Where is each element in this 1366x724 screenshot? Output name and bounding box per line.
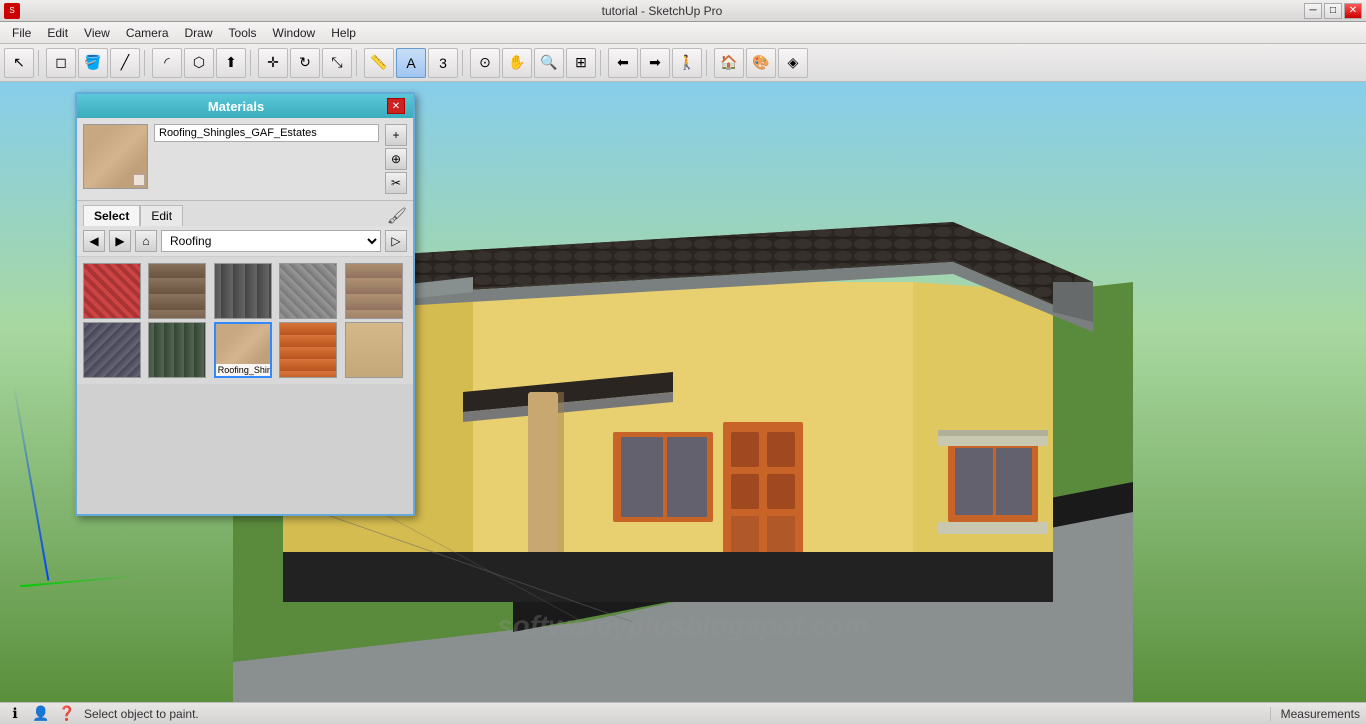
- material-preview-image: [83, 124, 148, 189]
- materials-panel: Materials ✕ + ⊕ ✂ Select Edit 🖌: [75, 92, 415, 516]
- select-tool[interactable]: ↖: [4, 48, 34, 78]
- menu-help[interactable]: Help: [323, 24, 364, 42]
- tabs-row: Select Edit 🖌: [77, 200, 413, 226]
- nav-home-button[interactable]: ⌂: [135, 230, 157, 252]
- tab-select[interactable]: Select: [83, 205, 140, 226]
- materials-btn[interactable]: 🎨: [746, 48, 776, 78]
- material-thumbnail[interactable]: Roofing_Dark_Slate: [148, 322, 206, 378]
- measurements-label: Measurements: [1270, 707, 1360, 721]
- material-thumbnail[interactable]: Roofing_Tan: [345, 322, 403, 378]
- paint-tool[interactable]: 🪣: [78, 48, 108, 78]
- menu-file[interactable]: File: [4, 24, 39, 42]
- material-thumbnail[interactable]: Roofing_Green_Slate: [83, 322, 141, 378]
- menu-draw[interactable]: Draw: [177, 24, 221, 42]
- push-pull-tool[interactable]: ⬆: [216, 48, 246, 78]
- walkthrough[interactable]: 🚶: [672, 48, 702, 78]
- material-thumbnail[interactable]: Roofing_Red: [83, 263, 141, 319]
- create-material-button[interactable]: +: [385, 124, 407, 146]
- tape-tool[interactable]: 📏: [364, 48, 394, 78]
- components[interactable]: 🏠: [714, 48, 744, 78]
- material-preview-row: + ⊕ ✂: [77, 118, 413, 200]
- app-icon: S: [4, 3, 20, 19]
- scale-tool[interactable]: ⤡: [322, 48, 352, 78]
- styles-btn[interactable]: ◈: [778, 48, 808, 78]
- nav-forward-button[interactable]: ▶: [109, 230, 131, 252]
- material-thumbnail[interactable]: Roofing_Shingles_Dark: [214, 263, 272, 319]
- materials-close-button[interactable]: ✕: [387, 98, 405, 114]
- close-button[interactable]: ✕: [1344, 3, 1362, 19]
- add-to-model-button[interactable]: ⊕: [385, 148, 407, 170]
- nav-back-button[interactable]: ◀: [83, 230, 105, 252]
- status-bar: ℹ 👤 ❓ Select object to paint. Measuremen…: [0, 702, 1366, 724]
- menu-tools[interactable]: Tools: [221, 24, 265, 42]
- menu-camera[interactable]: Camera: [118, 24, 177, 42]
- materials-panel-title: Materials: [85, 99, 387, 114]
- 3dtext-tool[interactable]: 3: [428, 48, 458, 78]
- sample-paint-button[interactable]: ✂: [385, 172, 407, 194]
- info-icon[interactable]: ℹ: [6, 705, 24, 723]
- window-title: tutorial - SketchUp Pro: [20, 4, 1304, 18]
- arc-tool[interactable]: ◜: [152, 48, 182, 78]
- material-name-field[interactable]: [154, 124, 379, 142]
- eraser-tool[interactable]: ◻: [46, 48, 76, 78]
- menu-edit[interactable]: Edit: [39, 24, 76, 42]
- menu-bar: File Edit View Camera Draw Tools Window …: [0, 22, 1366, 44]
- navigation-row: ◀ ▶ ⌂ Roofing Brick and Cladding Colors …: [77, 226, 413, 257]
- minimize-button[interactable]: ─: [1304, 3, 1322, 19]
- material-thumbnail[interactable]: Roofing_Brown: [345, 263, 403, 319]
- line-tool[interactable]: ╱: [110, 48, 140, 78]
- next-view[interactable]: ➡: [640, 48, 670, 78]
- tab-edit[interactable]: Edit: [140, 205, 183, 226]
- paint-dropper-icon[interactable]: 🖌: [387, 206, 407, 226]
- previous-view[interactable]: ⬅: [608, 48, 638, 78]
- zoom-extents[interactable]: ⊞: [566, 48, 596, 78]
- material-thumbnail[interactable]: Roofing_Orange_Tile: [279, 322, 337, 378]
- help-icon[interactable]: ❓: [58, 705, 76, 723]
- material-thumbnail[interactable]: Roofing_Shingles_Brown: [148, 263, 206, 319]
- text-tool[interactable]: A: [396, 48, 426, 78]
- materials-grid: Roofing_Red Roofing_Shingles_Brown Roofi…: [77, 257, 413, 384]
- maximize-button[interactable]: □: [1324, 3, 1342, 19]
- shapes-tool[interactable]: ⬡: [184, 48, 214, 78]
- viewport[interactable]: softwareyplusblogspot.com Materials ✕ + …: [0, 82, 1366, 702]
- toolbar: ↖ ◻ 🪣 ╱ ◜ ⬡ ⬆ ✛ ↻ ⤡ 📏 A 3 ⊙ ✋ 🔍 ⊞ ⬅ ➡ 🚶 …: [0, 44, 1366, 82]
- material-thumbnail[interactable]: Roofing_Shingles_Gray: [279, 263, 337, 319]
- zoom-tool[interactable]: 🔍: [534, 48, 564, 78]
- materials-empty-area: [77, 384, 413, 514]
- materials-panel-header: Materials ✕: [77, 94, 413, 118]
- menu-view[interactable]: View: [76, 24, 118, 42]
- material-thumbnail-selected[interactable]: Roofing_Shingles_GAF_Estates: [214, 322, 272, 378]
- menu-window[interactable]: Window: [265, 24, 324, 42]
- pan-tool[interactable]: ✋: [502, 48, 532, 78]
- profile-icon[interactable]: 👤: [32, 705, 50, 723]
- status-text: Select object to paint.: [84, 707, 199, 721]
- move-tool[interactable]: ✛: [258, 48, 288, 78]
- title-bar: S tutorial - SketchUp Pro ─ □ ✕: [0, 0, 1366, 22]
- category-dropdown[interactable]: Roofing Brick and Cladding Colors Ground…: [161, 230, 381, 252]
- orbit-tool[interactable]: ⊙: [470, 48, 500, 78]
- nav-details-button[interactable]: ▷: [385, 230, 407, 252]
- rotate-tool[interactable]: ↻: [290, 48, 320, 78]
